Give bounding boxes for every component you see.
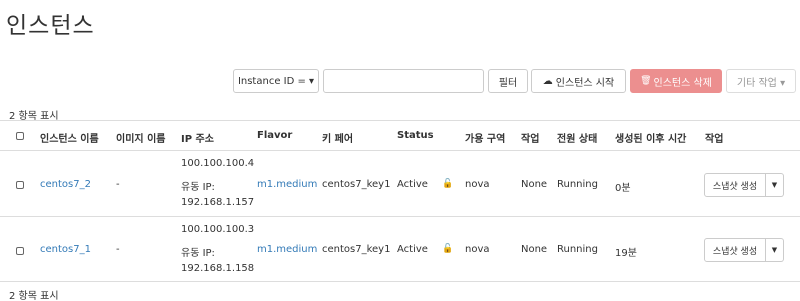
chevron-down-icon[interactable]: ▼ (766, 238, 784, 262)
image-name: - (116, 179, 120, 190)
ip-fixed: 100.100.100.3 (181, 224, 255, 235)
instance-name-link[interactable]: centos7_1 (40, 244, 91, 255)
header-availability-zone[interactable]: 가용 구역 (465, 130, 505, 145)
instance-name-link[interactable]: centos7_2 (40, 179, 91, 190)
flavor-link[interactable]: m1.medium (257, 244, 317, 255)
availability-zone: nova (465, 244, 490, 255)
header-flavor[interactable]: Flavor (257, 130, 292, 141)
header-actions: 작업 (705, 134, 724, 145)
delete-instances-label: 인스턴스 삭제 (653, 77, 712, 89)
age-value: 19분 (615, 248, 637, 259)
more-actions-button[interactable]: 기타 작업 ▾ (726, 69, 796, 93)
header-status[interactable]: Status (397, 130, 434, 141)
create-snapshot-button[interactable]: 스냅샷 생성 (704, 238, 766, 262)
ip-floating: 192.168.1.157 (181, 197, 255, 208)
chevron-down-icon[interactable]: ▼ (766, 173, 784, 197)
power-state: Running (557, 244, 598, 255)
task-value: None (521, 179, 548, 190)
key-pair: centos7_key1 (322, 179, 391, 190)
filter-input[interactable] (323, 69, 484, 93)
divider (0, 120, 800, 121)
header-task[interactable]: 작업 (521, 130, 539, 145)
status-value: Active (397, 244, 428, 255)
row-actions: 스냅샷 생성 ▼ (704, 173, 784, 197)
header-age[interactable]: 생성된 이후 시간 (615, 130, 686, 145)
unlock-icon: 🔓 (442, 179, 454, 189)
header-power-state[interactable]: 전원 상태 (557, 130, 597, 145)
row-checkbox[interactable] (16, 247, 24, 255)
divider (0, 150, 800, 151)
select-all-checkbox[interactable] (16, 132, 24, 140)
launch-instance-button[interactable]: ☁ 인스턴스 시작 (531, 69, 626, 93)
header-ip-address[interactable]: IP 주소 (181, 130, 214, 145)
row-actions: 스냅샷 생성 ▼ (704, 238, 784, 262)
trash-icon: 🗑 (640, 76, 652, 86)
launch-instance-label: 인스턴스 시작 (555, 77, 615, 89)
filter-button[interactable]: 필터 (488, 69, 528, 93)
task-value: None (521, 244, 548, 255)
header-key-pair[interactable]: 키 페어 (322, 130, 353, 145)
key-pair: centos7_key1 (322, 244, 391, 255)
unlock-icon: 🔓 (442, 244, 454, 254)
divider (0, 281, 800, 282)
header-instance-name[interactable]: 인스턴스 이름 (40, 130, 99, 145)
ip-floating-label: 유동 IP: (181, 248, 215, 259)
divider (0, 216, 800, 217)
row-checkbox[interactable] (16, 181, 24, 189)
filter-field-select[interactable]: Instance ID = ▾ (233, 69, 319, 93)
flavor-link[interactable]: m1.medium (257, 179, 317, 190)
age-value: 0분 (615, 183, 631, 194)
ip-fixed: 100.100.100.4 (181, 158, 255, 169)
availability-zone: nova (465, 179, 490, 190)
power-state: Running (557, 179, 598, 190)
header-image-name[interactable]: 이미지 이름 (116, 130, 165, 145)
item-count-bottom: 2 항목 표시 (9, 291, 59, 301)
image-name: - (116, 244, 120, 255)
page-title: 인스턴스 (6, 13, 95, 39)
table-toolbar: Instance ID = ▾ 필터 ☁ 인스턴스 시작 🗑 인스턴스 삭제 기… (0, 69, 800, 94)
cloud-upload-icon: ☁ (542, 75, 553, 87)
create-snapshot-button[interactable]: 스냅샷 생성 (704, 173, 766, 197)
status-value: Active (397, 179, 428, 190)
ip-floating: 192.168.1.158 (181, 263, 255, 274)
ip-floating-label: 유동 IP: (181, 182, 215, 193)
delete-instances-button[interactable]: 🗑 인스턴스 삭제 (630, 69, 722, 93)
